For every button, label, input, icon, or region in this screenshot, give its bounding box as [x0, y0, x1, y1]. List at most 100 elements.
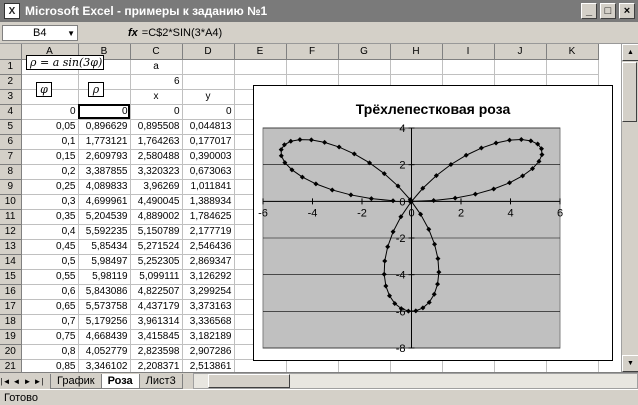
- cell-b2[interactable]: [78, 74, 131, 90]
- cell-a15[interactable]: 0,55: [21, 269, 79, 285]
- cell-b4[interactable]: 0: [78, 104, 131, 120]
- row-header[interactable]: 6: [0, 134, 22, 150]
- cell-c21[interactable]: 2,208371: [130, 359, 183, 372]
- cell-a13[interactable]: 0,45: [21, 239, 79, 255]
- row-header[interactable]: 3: [0, 89, 22, 105]
- cell-d5[interactable]: 0,044813: [182, 119, 235, 135]
- cell-a17[interactable]: 0,65: [21, 299, 79, 315]
- phi-label-box[interactable]: φ: [36, 82, 52, 97]
- cell-d8[interactable]: 0,673063: [182, 164, 235, 180]
- chart-area[interactable]: Трёхлепестковая роза -6 -4 -2 0 2 4 6 4 2 0 -2 -4 -6…: [253, 85, 613, 361]
- row-header[interactable]: 7: [0, 149, 22, 165]
- last-sheet-icon[interactable]: ►|: [33, 377, 44, 386]
- cell-a7[interactable]: 0,15: [21, 149, 79, 165]
- cell-c12[interactable]: 5,150789: [130, 224, 183, 240]
- cell-d10[interactable]: 1,388934: [182, 194, 235, 210]
- cell-a20[interactable]: 0,8: [21, 344, 79, 360]
- cell-b16[interactable]: 5,843086: [78, 284, 131, 300]
- empty-cell[interactable]: [338, 59, 391, 75]
- formula-equation-box[interactable]: ρ = a sin (3φ): [26, 55, 104, 70]
- cell-c16[interactable]: 4,822507: [130, 284, 183, 300]
- cell-b13[interactable]: 5,85434: [78, 239, 131, 255]
- chevron-down-icon[interactable]: ▼: [67, 29, 75, 38]
- cell-d15[interactable]: 3,126292: [182, 269, 235, 285]
- row-header[interactable]: 19: [0, 329, 22, 345]
- row-header[interactable]: 2: [0, 74, 22, 90]
- row-header[interactable]: 20: [0, 344, 22, 360]
- close-button[interactable]: ×: [619, 3, 635, 19]
- column-header[interactable]: C: [130, 44, 183, 60]
- cell-a16[interactable]: 0,6: [21, 284, 79, 300]
- cell-b17[interactable]: 5,573758: [78, 299, 131, 315]
- column-header[interactable]: H: [390, 44, 443, 60]
- maximize-button[interactable]: □: [600, 3, 616, 19]
- tab-grafik[interactable]: График: [50, 373, 102, 389]
- cell-c11[interactable]: 4,889002: [130, 209, 183, 225]
- cell-b18[interactable]: 5,179256: [78, 314, 131, 330]
- row-header[interactable]: 5: [0, 119, 22, 135]
- first-sheet-icon[interactable]: |◄: [0, 377, 11, 386]
- cell-c2[interactable]: 6: [130, 74, 183, 90]
- cell-a14[interactable]: 0,5: [21, 254, 79, 270]
- row-header[interactable]: 12: [0, 224, 22, 240]
- scroll-down-icon[interactable]: ▼: [622, 355, 638, 372]
- cell-a12[interactable]: 0,4: [21, 224, 79, 240]
- row-header[interactable]: 11: [0, 209, 22, 225]
- horizontal-scrollbar[interactable]: [192, 373, 638, 389]
- cell-b5[interactable]: 0,896629: [78, 119, 131, 135]
- cell-c7[interactable]: 2,580488: [130, 149, 183, 165]
- cell-d19[interactable]: 3,182189: [182, 329, 235, 345]
- cell-c8[interactable]: 3,320323: [130, 164, 183, 180]
- cell-d6[interactable]: 0,177017: [182, 134, 235, 150]
- cell-b3[interactable]: [78, 89, 131, 105]
- empty-cell[interactable]: [390, 59, 443, 75]
- column-header[interactable]: E: [234, 44, 287, 60]
- hscroll-thumb[interactable]: [207, 374, 290, 388]
- cell-c6[interactable]: 1,764263: [130, 134, 183, 150]
- cell-c1[interactable]: a: [130, 59, 183, 75]
- cell-d21[interactable]: 2,513861: [182, 359, 235, 372]
- cell-a9[interactable]: 0,25: [21, 179, 79, 195]
- cell-a18[interactable]: 0,7: [21, 314, 79, 330]
- row-header[interactable]: 15: [0, 269, 22, 285]
- row-header[interactable]: 21: [0, 359, 22, 372]
- cell-b7[interactable]: 2,609793: [78, 149, 131, 165]
- empty-cell[interactable]: [546, 59, 599, 75]
- rose-chart[interactable]: Трёхлепестковая роза -6 -4 -2 0 2 4 6420-2-4-6…: [254, 86, 612, 360]
- prev-sheet-icon[interactable]: ◄: [11, 377, 22, 386]
- cell-c10[interactable]: 4,490045: [130, 194, 183, 210]
- cell-d16[interactable]: 3,299254: [182, 284, 235, 300]
- cell-c4[interactable]: 0: [130, 104, 183, 120]
- cell-d4[interactable]: 0: [182, 104, 235, 120]
- row-header[interactable]: 13: [0, 239, 22, 255]
- column-header[interactable]: J: [494, 44, 547, 60]
- cell-a21[interactable]: 0,85: [21, 359, 79, 372]
- row-header[interactable]: 9: [0, 179, 22, 195]
- cell-d9[interactable]: 1,011841: [182, 179, 235, 195]
- cell-d11[interactable]: 1,784625: [182, 209, 235, 225]
- cell-a11[interactable]: 0,35: [21, 209, 79, 225]
- cell-b12[interactable]: 5,592235: [78, 224, 131, 240]
- column-header[interactable]: I: [442, 44, 495, 60]
- cell-a10[interactable]: 0,3: [21, 194, 79, 210]
- cell-b10[interactable]: 4,699961: [78, 194, 131, 210]
- cell-c18[interactable]: 3,961314: [130, 314, 183, 330]
- row-header[interactable]: 16: [0, 284, 22, 300]
- row-header[interactable]: 18: [0, 314, 22, 330]
- minimize-button[interactable]: _: [581, 3, 597, 19]
- next-sheet-icon[interactable]: ►: [22, 377, 33, 386]
- scroll-up-icon[interactable]: ▲: [622, 44, 638, 61]
- cell-c9[interactable]: 3,96269: [130, 179, 183, 195]
- row-header[interactable]: 8: [0, 164, 22, 180]
- cell-a8[interactable]: 0,2: [21, 164, 79, 180]
- tab-list3[interactable]: Лист3: [138, 373, 183, 389]
- cell-b14[interactable]: 5,98497: [78, 254, 131, 270]
- cell-d17[interactable]: 3,373163: [182, 299, 235, 315]
- column-header[interactable]: D: [182, 44, 235, 60]
- cell-b8[interactable]: 3,387855: [78, 164, 131, 180]
- empty-cell[interactable]: [442, 59, 495, 75]
- cell-b15[interactable]: 5,98119: [78, 269, 131, 285]
- cell-a4[interactable]: 0: [21, 104, 79, 120]
- tab-roza[interactable]: Роза: [100, 373, 140, 389]
- column-header[interactable]: F: [286, 44, 339, 60]
